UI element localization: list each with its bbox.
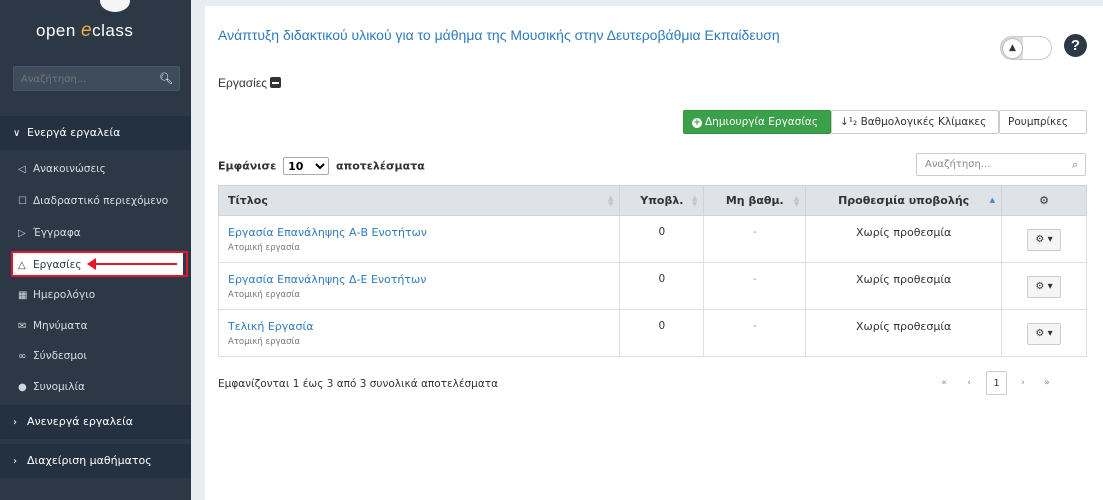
column-header-deadline[interactable]: Προθεσμία υποβολής ▲ xyxy=(805,185,1003,216)
inactive-tools-header[interactable]: › Ανενεργά εργαλεία xyxy=(0,405,191,439)
sidebar-item-chat[interactable]: ● Συνομιλία xyxy=(13,375,183,399)
course-title[interactable]: Ανάπτυξη διδακτικού υλικού για το μάθημα… xyxy=(218,28,858,43)
calendar-icon: ▦ xyxy=(18,290,28,301)
arrow-annotation-icon xyxy=(87,258,177,270)
sidebar-item-interactive-content[interactable]: ☐ Διαδραστικό περιεχόμενο xyxy=(13,189,183,213)
assignment-type: Ατομική εργασία xyxy=(228,337,301,347)
column-header-actions: ⚙ xyxy=(1001,185,1087,216)
student-view-toggle[interactable]: ▲ xyxy=(1000,36,1052,60)
logo-swoosh xyxy=(100,0,130,12)
pager-first[interactable]: « xyxy=(934,371,954,395)
table-row: Εργασία Επανάληψης Δ-Ε Ενοτήτων Ατομική ε… xyxy=(217,262,1087,310)
page-size-select[interactable]: 10 xyxy=(283,157,330,175)
submissions-count: 0 xyxy=(619,215,705,263)
graduation-cap-icon: ▲ xyxy=(1002,38,1023,59)
gears-icon: ⚙ xyxy=(1039,194,1049,207)
main-panel: Ανάπτυξη διδακτικού υλικού για το μάθημα… xyxy=(205,6,1103,500)
sidebar-item-messages[interactable]: ✉ Μηνύματα xyxy=(13,314,183,338)
sort-icon: ▲ ▼ xyxy=(793,194,800,208)
grading-scales-button[interactable]: ↓¹₂ Βαθμολογικές Κλίμακες xyxy=(831,110,999,134)
active-tools-header[interactable]: ∨ Ενεργά εργαλεία xyxy=(0,116,191,150)
table-info: Εμφανίζονται 1 έως 3 από 3 συνολικά αποτ… xyxy=(218,378,499,390)
collapse-icon[interactable] xyxy=(269,77,281,88)
assignment-title-link[interactable]: Εργασία Επανάληψης Δ-Ε Ενοτήτων xyxy=(228,273,610,286)
plus-circle-icon: + xyxy=(692,118,702,128)
submissions-count: 0 xyxy=(619,309,705,357)
chevron-right-icon: › xyxy=(13,456,17,467)
help-icon[interactable]: ? xyxy=(1064,34,1087,57)
course-admin-header[interactable]: › Διαχείριση μαθήματος xyxy=(0,444,191,478)
sidebar: open eclass 🔍︎ ∨Ενεργά εργαλεία ◁Ανακοιν… xyxy=(0,0,191,500)
page-title: Εργασίες xyxy=(218,76,281,90)
create-assignment-button[interactable]: + Δημιουργία Εργασίας xyxy=(683,110,831,134)
sidebar-search: 🔍︎ xyxy=(13,66,180,91)
assignments-table: Τίτλος ▲ ▼ Υποβλ. ▲ ▼ Μη βαθμ. ▲ ▼ Προθεσμία υ… xyxy=(217,185,1087,357)
chat-icon: ● xyxy=(18,382,27,393)
sort-numeric-icon: ↓¹₂ xyxy=(840,116,858,128)
sort-icon: ▲ ▼ xyxy=(608,194,614,208)
rubrics-button[interactable]: Ρουμπρίκες xyxy=(999,110,1087,134)
sort-icon: ▲ ▼ xyxy=(691,194,698,208)
sidebar-item-calendar[interactable]: ▦ Ημερολόγιο xyxy=(13,283,183,307)
deadline-cell: Χωρίς προθεσμία xyxy=(805,215,1003,263)
ungraded-count: - xyxy=(703,215,807,263)
search-icon: ⌕ xyxy=(1071,158,1078,171)
square-icon: ☐ xyxy=(18,196,27,207)
ungraded-count: - xyxy=(703,309,807,357)
deadline-cell: Χωρίς προθεσμία xyxy=(805,309,1003,357)
pager-next[interactable]: › xyxy=(1013,371,1033,395)
column-header-ungraded[interactable]: Μη βαθμ. ▲ ▼ xyxy=(703,185,807,216)
deadline-cell: Χωρίς προθεσμία xyxy=(805,262,1003,310)
column-header-title[interactable]: Τίτλος ▲ ▼ xyxy=(217,185,621,216)
megaphone-icon: ◁ xyxy=(18,164,26,175)
pager-prev[interactable]: ‹ xyxy=(959,371,979,395)
logo-text: open eclass xyxy=(36,20,134,41)
table-row: Εργασία Επανάληψης Α-Β Ενοτήτων Ατομική ε… xyxy=(217,215,1087,263)
ungraded-count: - xyxy=(703,262,807,310)
sidebar-item-links[interactable]: ∞ Σύνδεσμοι xyxy=(13,344,183,368)
pager-page-1[interactable]: 1 xyxy=(986,371,1007,395)
table-search-input[interactable]: Αναζήτηση... ⌕ xyxy=(916,153,1086,176)
folder-icon: ▷ xyxy=(18,228,26,239)
sidebar-item-documents[interactable]: ▷ Έγγραφα xyxy=(13,221,183,245)
page-size-control: Εμφάνισε 10 αποτελέσματα xyxy=(218,157,425,175)
logo[interactable]: open eclass xyxy=(0,0,191,56)
column-header-submissions[interactable]: Υποβλ. ▲ ▼ xyxy=(619,185,705,216)
chevron-right-icon: › xyxy=(13,417,17,428)
sidebar-search-input[interactable] xyxy=(14,68,149,91)
link-icon: ∞ xyxy=(18,351,27,362)
submissions-count: 0 xyxy=(619,262,705,310)
pager-last[interactable]: » xyxy=(1037,371,1057,395)
envelope-icon: ✉ xyxy=(18,321,27,332)
row-actions-button[interactable]: ⚙ ▾ xyxy=(1027,229,1062,251)
search-icon[interactable]: 🔍︎ xyxy=(153,67,179,90)
row-actions-button[interactable]: ⚙ ▾ xyxy=(1027,276,1062,298)
sidebar-item-announcements[interactable]: ◁ Ανακοινώσεις xyxy=(13,157,183,181)
sort-asc-icon: ▲ xyxy=(989,196,996,204)
assignment-type: Ατομική εργασία xyxy=(228,290,301,300)
assignment-type: Ατομική εργασία xyxy=(228,243,301,253)
assignment-title-link[interactable]: Εργασία Επανάληψης Α-Β Ενοτήτων xyxy=(228,226,610,239)
chevron-down-icon: ∨ xyxy=(13,128,21,139)
table-row: Τελική Εργασία Ατομική εργασία 0 - Χωρίς … xyxy=(217,309,1087,357)
assignment-title-link[interactable]: Τελική Εργασία xyxy=(228,320,610,333)
row-actions-button[interactable]: ⚙ ▾ xyxy=(1027,323,1062,345)
